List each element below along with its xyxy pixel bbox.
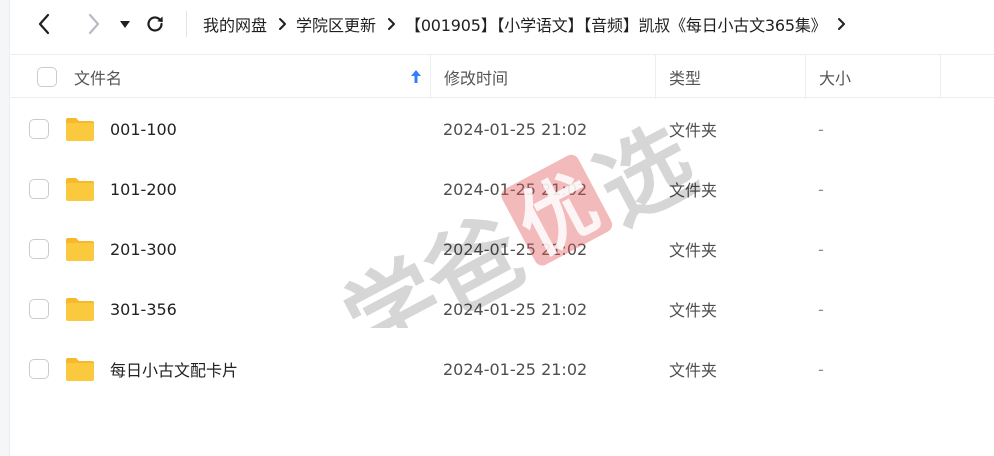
file-size: - bbox=[818, 299, 824, 319]
file-row[interactable]: 301-356 2024-01-25 21:02 文件夹 - bbox=[10, 279, 994, 339]
file-modified: 2024-01-25 21:02 bbox=[443, 299, 588, 319]
breadcrumb: 我的网盘 学院区更新 【001905】【小学语文】【音频】凯叔《每日小古文365… bbox=[203, 0, 855, 48]
row-checkbox[interactable] bbox=[29, 179, 49, 199]
folder-icon bbox=[66, 118, 94, 141]
column-divider bbox=[430, 55, 431, 99]
file-size: - bbox=[818, 119, 824, 139]
file-type: 文件夹 bbox=[669, 361, 718, 380]
file-size: - bbox=[818, 239, 824, 259]
file-modified: 2024-01-25 21:02 bbox=[443, 359, 588, 379]
chevron-right-icon bbox=[387, 17, 396, 31]
navigation-bar: 我的网盘 学院区更新 【001905】【小学语文】【音频】凯叔《每日小古文365… bbox=[10, 0, 994, 50]
history-dropdown-button[interactable] bbox=[116, 10, 134, 38]
file-modified: 2024-01-25 21:02 bbox=[443, 179, 588, 199]
column-header-modified-label: 修改时间 bbox=[444, 69, 509, 88]
file-row[interactable]: 101-200 2024-01-25 21:02 文件夹 - bbox=[10, 159, 994, 219]
row-checkbox[interactable] bbox=[29, 239, 49, 259]
file-type: 文件夹 bbox=[669, 241, 718, 260]
chevron-right-icon bbox=[278, 17, 287, 31]
file-modified: 2024-01-25 21:02 bbox=[443, 239, 588, 259]
caret-down-icon bbox=[120, 21, 130, 28]
file-row[interactable]: 201-300 2024-01-25 21:02 文件夹 - bbox=[10, 219, 994, 279]
refresh-button[interactable] bbox=[142, 10, 168, 38]
select-all-checkbox[interactable] bbox=[37, 67, 57, 87]
breadcrumb-item-current-folder[interactable]: 【001905】【小学语文】【音频】凯叔《每日小古文365集》 bbox=[405, 12, 827, 36]
column-divider bbox=[655, 55, 656, 99]
file-modified: 2024-01-25 21:02 bbox=[443, 119, 588, 139]
folder-icon bbox=[66, 358, 94, 381]
file-row[interactable]: 每日小古文配卡片 2024-01-25 21:02 文件夹 - bbox=[10, 339, 994, 399]
file-size: - bbox=[818, 179, 824, 199]
column-header-size-label: 大小 bbox=[819, 69, 852, 88]
select-all-cell bbox=[37, 55, 57, 99]
file-type: 文件夹 bbox=[669, 301, 718, 320]
file-list-header: 文件名 修改时间 类型 大小 bbox=[10, 54, 994, 99]
sort-ascending-icon bbox=[411, 70, 421, 83]
file-name[interactable]: 每日小古文配卡片 bbox=[110, 357, 238, 381]
file-row[interactable]: 001-100 2024-01-25 21:02 文件夹 - bbox=[10, 99, 994, 159]
chevron-right-icon bbox=[837, 17, 846, 31]
forward-button[interactable] bbox=[82, 10, 106, 38]
column-divider bbox=[805, 55, 806, 99]
breadcrumb-item-updates[interactable]: 学院区更新 bbox=[296, 12, 376, 36]
column-header-size[interactable]: 大小 bbox=[819, 55, 939, 99]
row-checkbox[interactable] bbox=[29, 299, 49, 319]
column-header-type[interactable]: 类型 bbox=[669, 55, 804, 99]
column-header-name-label: 文件名 bbox=[74, 69, 123, 88]
file-name[interactable]: 001-100 bbox=[110, 120, 177, 139]
folder-icon bbox=[66, 298, 94, 321]
column-header-modified[interactable]: 修改时间 bbox=[444, 55, 654, 99]
file-name[interactable]: 101-200 bbox=[110, 180, 177, 199]
back-button[interactable] bbox=[32, 10, 56, 38]
file-type: 文件夹 bbox=[669, 181, 718, 200]
folder-icon bbox=[66, 238, 94, 261]
row-checkbox[interactable] bbox=[29, 119, 49, 139]
breadcrumb-item-home[interactable]: 我的网盘 bbox=[203, 12, 267, 36]
left-panel-edge bbox=[0, 0, 10, 456]
refresh-icon bbox=[147, 16, 163, 32]
chevron-left-icon bbox=[38, 13, 50, 35]
column-header-name[interactable]: 文件名 bbox=[74, 55, 430, 99]
folder-icon bbox=[66, 178, 94, 201]
nav-divider bbox=[186, 11, 187, 37]
column-header-type-label: 类型 bbox=[669, 69, 702, 88]
row-checkbox[interactable] bbox=[29, 359, 49, 379]
file-name[interactable]: 201-300 bbox=[110, 240, 177, 259]
column-divider bbox=[940, 55, 941, 99]
chevron-right-icon bbox=[88, 13, 100, 35]
file-type: 文件夹 bbox=[669, 121, 718, 140]
file-name[interactable]: 301-356 bbox=[110, 300, 177, 319]
file-size: - bbox=[818, 359, 824, 379]
